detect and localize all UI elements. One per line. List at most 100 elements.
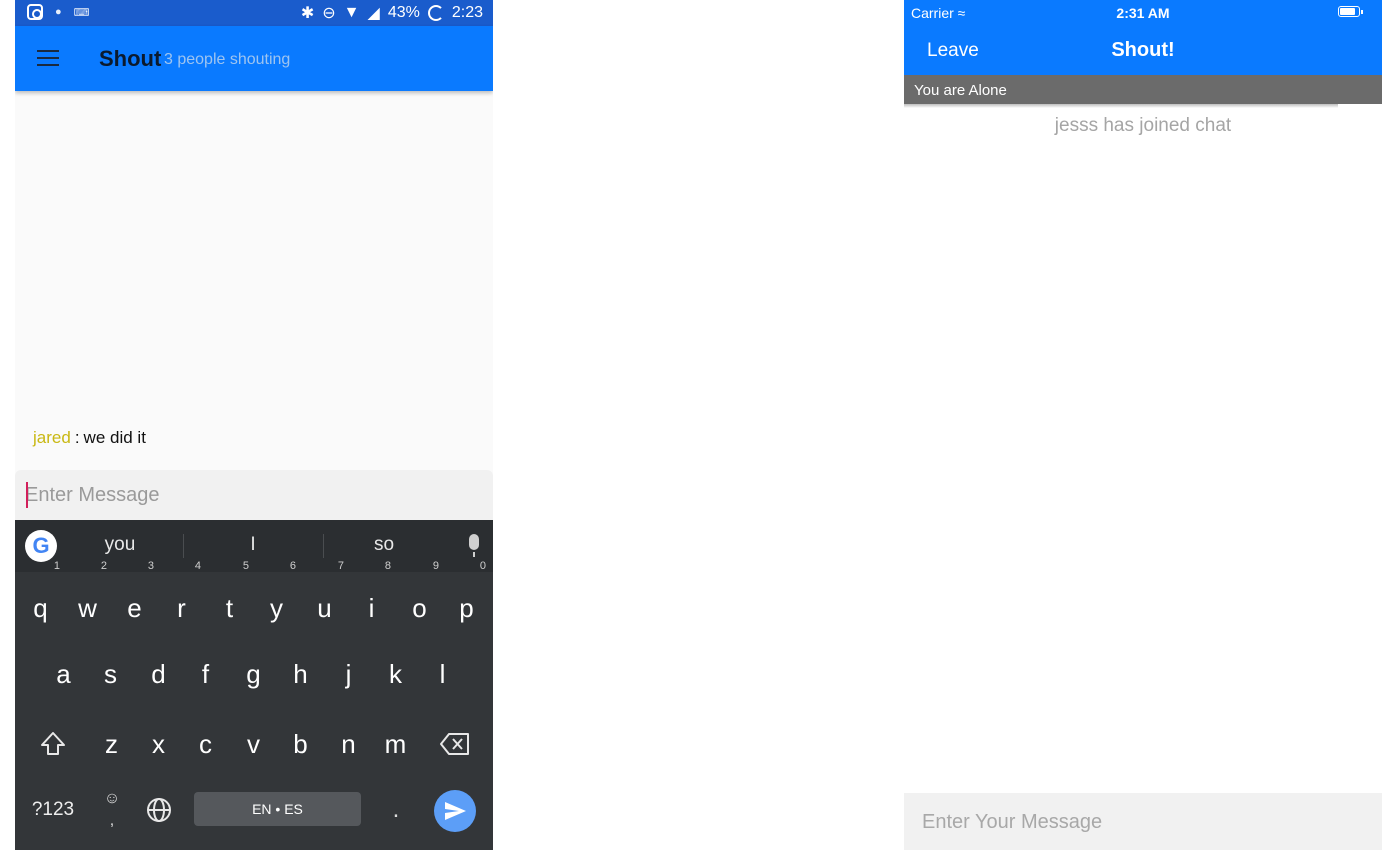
microphone-icon[interactable] xyxy=(469,534,479,557)
loading-icon xyxy=(427,5,444,21)
key-hint: 9 xyxy=(432,560,439,572)
message-input[interactable] xyxy=(922,807,1362,837)
key-label: r xyxy=(177,593,186,623)
backspace-key[interactable] xyxy=(431,714,478,774)
signal-icon: ◢ xyxy=(367,5,380,22)
key-label: u xyxy=(317,593,332,623)
message-text: we did it xyxy=(83,428,146,447)
status-banner: You are Alone xyxy=(904,75,1382,104)
app-title: Shout xyxy=(99,46,162,71)
suggestion-you[interactable]: you xyxy=(70,534,170,556)
android-app-screen: ● ⌨ ✱ ⊖ ▼ ◢ 43% 2:23 Shout 3 people shou… xyxy=(15,0,493,850)
key-j[interactable]: j xyxy=(325,644,372,704)
instagram-icon xyxy=(27,4,43,20)
status-time: 2:31 AM xyxy=(1116,5,1170,21)
key-hint: 0 xyxy=(479,560,486,572)
key-label: y xyxy=(270,593,283,623)
battery-icon xyxy=(1338,6,1363,17)
key-g[interactable]: g xyxy=(230,644,277,704)
key-y[interactable]: y6 xyxy=(253,560,300,638)
suggestion-i[interactable]: I xyxy=(203,534,303,556)
keyboard-icon: ⌨ xyxy=(73,6,90,19)
message-input[interactable] xyxy=(25,480,465,510)
key-m[interactable]: m xyxy=(372,714,419,774)
suggestion-divider xyxy=(183,534,184,558)
app-toolbar: Shout 3 people shouting xyxy=(15,26,493,91)
message-separator: : xyxy=(74,428,80,447)
key-l[interactable]: l xyxy=(419,644,466,704)
message-username: jared xyxy=(33,428,71,447)
message-input-bar xyxy=(15,470,493,520)
key-label: i xyxy=(368,593,375,623)
screenshot-stage: ● ⌨ ✱ ⊖ ▼ ◢ 43% 2:23 Shout 3 people shou… xyxy=(0,0,1400,850)
system-event-message: jesss has joined chat xyxy=(1054,115,1232,136)
key-label: e xyxy=(127,593,142,623)
key-i[interactable]: i8 xyxy=(348,560,395,638)
navigation-bar: Leave Shout! xyxy=(904,24,1382,75)
message-input-bar xyxy=(904,793,1382,850)
banner-text: You are Alone xyxy=(914,82,1007,99)
bluetooth-icon: ✱ xyxy=(300,5,315,22)
key-hint: 8 xyxy=(384,560,391,572)
key-t[interactable]: t5 xyxy=(206,560,253,638)
suggestion-strip: G you I so xyxy=(15,520,493,572)
app-subtitle: 3 people shouting xyxy=(164,51,291,68)
key-d[interactable]: d xyxy=(135,644,182,704)
key-u[interactable]: u7 xyxy=(301,560,348,638)
key-n[interactable]: n xyxy=(325,714,372,774)
period-key[interactable]: . xyxy=(381,792,411,828)
backspace-icon xyxy=(439,733,469,755)
ios-app-screen: Carrier ≈ 2:31 AM Leave Shout! You are A… xyxy=(904,0,1382,850)
key-x[interactable]: x xyxy=(135,714,182,774)
key-w[interactable]: w2 xyxy=(64,560,111,638)
status-time: 2:23 xyxy=(451,4,483,21)
google-icon[interactable]: G xyxy=(25,530,57,562)
key-q[interactable]: q1 xyxy=(17,560,64,638)
key-hint: 5 xyxy=(242,560,249,572)
symbols-key[interactable]: ?123 xyxy=(25,788,81,832)
send-icon xyxy=(445,802,466,820)
emoji-comma-key[interactable]: ☺ , xyxy=(97,788,127,832)
key-hint: 1 xyxy=(53,560,60,572)
hamburger-menu-icon[interactable] xyxy=(37,50,59,68)
key-a[interactable]: a xyxy=(40,644,87,704)
dnd-icon: ⊖ xyxy=(322,5,336,22)
key-label: t xyxy=(225,593,234,623)
notification-icon: ● xyxy=(55,6,62,18)
emoji-icon: ☺ xyxy=(103,790,121,807)
shift-key[interactable] xyxy=(29,714,76,774)
ios-status-bar: Carrier ≈ 2:31 AM xyxy=(904,0,1382,24)
key-c[interactable]: c xyxy=(182,714,229,774)
banner-shadow xyxy=(904,104,1338,108)
comma-label: , xyxy=(109,812,115,829)
key-p[interactable]: p0 xyxy=(443,560,490,638)
key-o[interactable]: o9 xyxy=(396,560,443,638)
key-hint: 2 xyxy=(100,560,107,572)
key-b[interactable]: b xyxy=(277,714,324,774)
key-label: w xyxy=(78,593,97,623)
key-label: o xyxy=(412,593,427,623)
key-e[interactable]: e3 xyxy=(111,560,158,638)
key-h[interactable]: h xyxy=(277,644,324,704)
key-k[interactable]: k xyxy=(372,644,419,704)
key-hint: 4 xyxy=(194,560,201,572)
space-key[interactable]: EN • ES xyxy=(194,792,361,826)
shift-icon xyxy=(40,732,65,755)
key-hint: 3 xyxy=(147,560,154,572)
key-hint: 6 xyxy=(289,560,296,572)
text-cursor xyxy=(26,482,28,508)
key-s[interactable]: s xyxy=(87,644,134,704)
key-v[interactable]: v xyxy=(230,714,277,774)
key-hint: 7 xyxy=(337,560,344,572)
key-f[interactable]: f xyxy=(182,644,229,704)
soft-keyboard: G you I so q1 w2 e3 r4 t5 y6 u7 i8 o9 p0… xyxy=(15,520,493,850)
wifi-icon: ▼ xyxy=(343,4,360,21)
suggestion-so[interactable]: so xyxy=(334,534,434,556)
globe-icon[interactable] xyxy=(143,794,175,826)
key-label: q xyxy=(33,593,48,623)
key-z[interactable]: z xyxy=(88,714,135,774)
battery-percent: 43% xyxy=(387,4,420,21)
send-button[interactable] xyxy=(434,790,476,832)
key-r[interactable]: r4 xyxy=(158,560,205,638)
suggestion-divider xyxy=(323,534,324,558)
